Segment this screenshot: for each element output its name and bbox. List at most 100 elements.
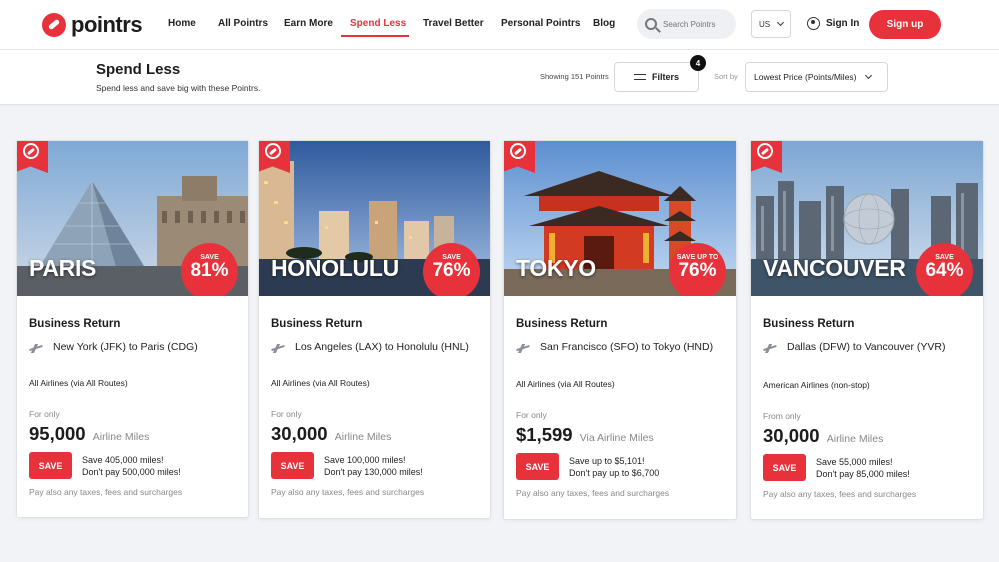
- plane-logo-icon: [509, 143, 526, 159]
- result-count: Showing 151 Pointrs: [540, 72, 609, 81]
- price-amount: $1,599: [516, 424, 573, 445]
- card-hero-image: VANCOUVER SAVE 64%: [751, 141, 983, 296]
- regular-price-line: Don't pay 500,000 miles!: [82, 467, 181, 477]
- filters-count-badge: 4: [690, 55, 706, 71]
- taxes-note: Pay also any taxes, fees and surcharges: [271, 487, 425, 497]
- sign-in-link[interactable]: Sign In: [807, 17, 859, 30]
- brand-name: pointrs: [71, 12, 143, 37]
- savings-line: Save 405,000 miles!: [82, 455, 164, 465]
- card-hero-image: PARIS SAVE 81%: [17, 141, 248, 296]
- for-only-label: For only: [516, 410, 547, 420]
- regular-price-line: Don't pay up to $6,700: [569, 468, 660, 478]
- save-percent-badge: SAVE 64%: [916, 243, 973, 296]
- search-icon: [645, 18, 657, 30]
- fare-class: Business Return: [29, 318, 121, 330]
- page-header: Spend Less Spend less and save big with …: [0, 50, 999, 105]
- sign-in-label: Sign In: [826, 18, 860, 29]
- destination-city: PARIS: [29, 255, 97, 281]
- plane-icon: [29, 343, 43, 353]
- save-button[interactable]: SAVE: [271, 452, 314, 479]
- fare-class: Business Return: [763, 318, 855, 330]
- price-amount: 30,000: [763, 425, 820, 446]
- save-button[interactable]: SAVE: [29, 452, 72, 479]
- page-subtitle: Spend less and save big with these Point…: [96, 83, 261, 93]
- route-text: Los Angeles (LAX) to Honolulu (HNL): [295, 341, 469, 353]
- for-only-label: From only: [763, 411, 801, 421]
- sort-value: Lowest Price (Points/Miles): [754, 72, 857, 82]
- regular-price-line: Don't pay 130,000 miles!: [324, 467, 423, 477]
- chevron-down-icon: [777, 18, 785, 27]
- nav-link-earn-more[interactable]: Earn More: [284, 18, 333, 29]
- route-text: San Francisco (SFO) to Tokyo (HND): [540, 341, 714, 353]
- deal-card[interactable]: PARIS SAVE 81% Business Return New York …: [16, 140, 249, 518]
- plane-icon: [271, 343, 285, 353]
- for-only-label: For only: [271, 409, 302, 419]
- airline-text: All Airlines (via All Routes): [271, 378, 370, 388]
- country-value: US: [759, 19, 771, 29]
- destination-city: TOKYO: [516, 255, 596, 281]
- savings-text: Save 405,000 miles! Don't pay 500,000 mil…: [82, 454, 181, 478]
- savings-line: Save 55,000 miles!: [816, 457, 893, 467]
- nav-link-travel-better[interactable]: Travel Better: [423, 18, 484, 29]
- taxes-note: Pay also any taxes, fees and surcharges: [763, 489, 917, 499]
- sign-up-button[interactable]: Sign up: [869, 10, 941, 39]
- nav-link-spend-less[interactable]: Spend Less: [350, 18, 406, 29]
- plane-icon: [516, 343, 530, 353]
- top-nav: pointrs Home All Pointrs Earn More Spend…: [0, 0, 999, 50]
- save-badge-percent: 76%: [678, 260, 717, 281]
- plane-logo-icon: [42, 13, 66, 37]
- price-value: 30,000 Airline Miles: [271, 423, 391, 445]
- save-button[interactable]: SAVE: [763, 454, 806, 481]
- plane-icon: [763, 343, 777, 353]
- user-icon: [807, 17, 820, 30]
- price-value: 95,000 Airline Miles: [29, 423, 149, 445]
- deal-card[interactable]: TOKYO SAVE UP TO 76% Business Return San…: [503, 140, 737, 520]
- filters-button[interactable]: Filters: [614, 62, 699, 92]
- nav-link-home[interactable]: Home: [168, 18, 196, 29]
- price-unit: Airline Miles: [334, 431, 392, 443]
- airline-text: All Airlines (via All Routes): [516, 379, 615, 389]
- price-amount: 30,000: [271, 423, 328, 444]
- price-value: $1,599 Via Airline Miles: [516, 424, 654, 446]
- save-badge-percent: 76%: [432, 260, 471, 281]
- save-button[interactable]: SAVE: [516, 453, 559, 480]
- savings-text: Save up to $5,101! Don't pay up to $6,700: [569, 455, 659, 479]
- deal-card[interactable]: VANCOUVER SAVE 64% Business Return Dalla…: [750, 140, 984, 520]
- nav-link-blog[interactable]: Blog: [593, 18, 615, 29]
- route-text: Dallas (DFW) to Vancouver (YVR): [787, 341, 946, 353]
- taxes-note: Pay also any taxes, fees and surcharges: [516, 488, 670, 498]
- for-only-label: For only: [29, 409, 60, 419]
- active-nav-underline: [341, 35, 409, 37]
- sort-select[interactable]: Lowest Price (Points/Miles): [745, 62, 888, 92]
- fare-class: Business Return: [271, 318, 363, 330]
- sliders-icon: [633, 73, 646, 82]
- save-percent-badge: SAVE 76%: [423, 243, 480, 296]
- page-title: Spend Less: [96, 61, 181, 78]
- route-text: New York (JFK) to Paris (CDG): [53, 341, 198, 353]
- search-input[interactable]: [663, 19, 733, 29]
- nav-link-all-pointrs[interactable]: All Pointrs: [218, 18, 268, 29]
- search-box[interactable]: [637, 9, 736, 39]
- sort-label: Sort by: [714, 72, 738, 81]
- save-percent-badge: SAVE 81%: [181, 243, 238, 296]
- chevron-down-icon: [864, 71, 872, 80]
- price-value: 30,000 Airline Miles: [763, 425, 883, 447]
- regular-price-line: Don't pay 85,000 miles!: [816, 469, 910, 479]
- plane-logo-icon: [756, 143, 773, 159]
- savings-line: Save up to $5,101!: [569, 456, 645, 466]
- airline-text: American Airlines (non-stop): [763, 380, 870, 390]
- price-unit: Airline Miles: [826, 433, 884, 445]
- filters-label: Filters: [651, 72, 679, 82]
- country-select[interactable]: US: [751, 10, 791, 38]
- brand-logo[interactable]: pointrs: [42, 12, 143, 38]
- taxes-note: Pay also any taxes, fees and surcharges: [29, 487, 183, 497]
- deal-card[interactable]: HONOLULU SAVE 76% Business Return Los An…: [258, 140, 491, 519]
- price-amount: 95,000: [29, 423, 86, 444]
- airline-text: All Airlines (via All Routes): [29, 378, 128, 388]
- save-percent-badge: SAVE UP TO 76%: [669, 243, 726, 296]
- savings-text: Save 55,000 miles! Don't pay 85,000 miles…: [816, 456, 910, 480]
- card-hero-image: HONOLULU SAVE 76%: [259, 141, 490, 296]
- destination-city: VANCOUVER: [763, 255, 906, 281]
- savings-line: Save 100,000 miles!: [324, 455, 406, 465]
- nav-link-personal-pointrs[interactable]: Personal Pointrs: [501, 18, 580, 29]
